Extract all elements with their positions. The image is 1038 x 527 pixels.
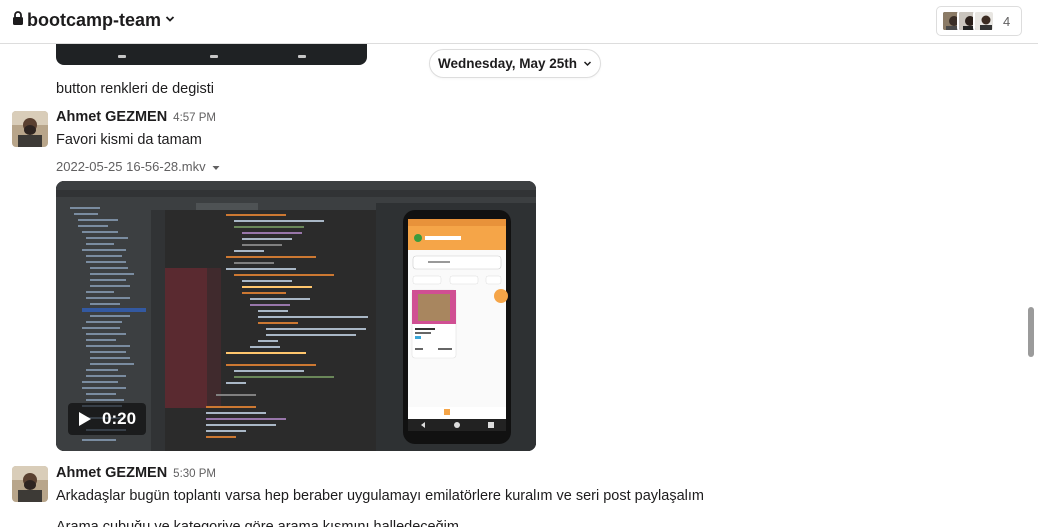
video-duration: 0:20 bbox=[102, 409, 137, 428]
slack-window: bootcamp-team 4 Wednesday, May 25th butt… bbox=[0, 0, 1038, 527]
scrollbar-thumb[interactable] bbox=[1028, 307, 1034, 357]
message-header: Ahmet GEZMEN 4:57 PM bbox=[56, 109, 216, 125]
video-attachment[interactable]: 0:20 bbox=[56, 181, 536, 451]
file-name-toggle[interactable]: 2022-05-25 16-56-28.mkv bbox=[56, 159, 220, 174]
chevron-down-icon bbox=[583, 56, 592, 71]
avatar[interactable] bbox=[12, 466, 48, 502]
message-text: button renkleri de degisti bbox=[56, 81, 214, 97]
message-text: Arkadaşlar bugün toplantı varsa hep bera… bbox=[56, 488, 704, 504]
date-label: Wednesday, May 25th bbox=[437, 56, 578, 71]
member-count: 4 bbox=[1003, 13, 1011, 29]
message-text: Arama çubuğu ve kategoriye göre arama kı… bbox=[56, 519, 459, 527]
message-header: Ahmet GEZMEN 5:30 PM bbox=[56, 465, 216, 481]
author-name[interactable]: Ahmet GEZMEN bbox=[56, 109, 167, 125]
channel-header: bootcamp-team 4 bbox=[0, 0, 1038, 44]
avatar[interactable] bbox=[12, 111, 48, 147]
play-icon bbox=[78, 411, 92, 427]
chevron-down-icon bbox=[164, 12, 176, 30]
play-button[interactable]: 0:20 bbox=[68, 403, 147, 435]
date-divider-button[interactable]: Wednesday, May 25th bbox=[429, 49, 601, 78]
timestamp[interactable]: 5:30 PM bbox=[173, 468, 216, 480]
timestamp[interactable]: 4:57 PM bbox=[173, 112, 216, 124]
member-avatar bbox=[973, 10, 995, 32]
message-list[interactable]: Wednesday, May 25th button renkleri de d… bbox=[0, 34, 1038, 527]
members-button[interactable]: 4 bbox=[936, 6, 1022, 36]
caret-down-icon bbox=[212, 159, 220, 174]
author-name[interactable]: Ahmet GEZMEN bbox=[56, 465, 167, 481]
channel-title-button[interactable]: bootcamp-team bbox=[12, 10, 176, 31]
file-name: 2022-05-25 16-56-28.mkv bbox=[56, 159, 206, 174]
lock-icon bbox=[12, 11, 24, 30]
message-text: Favori kismi da tamam bbox=[56, 132, 202, 148]
channel-name: bootcamp-team bbox=[27, 10, 162, 30]
